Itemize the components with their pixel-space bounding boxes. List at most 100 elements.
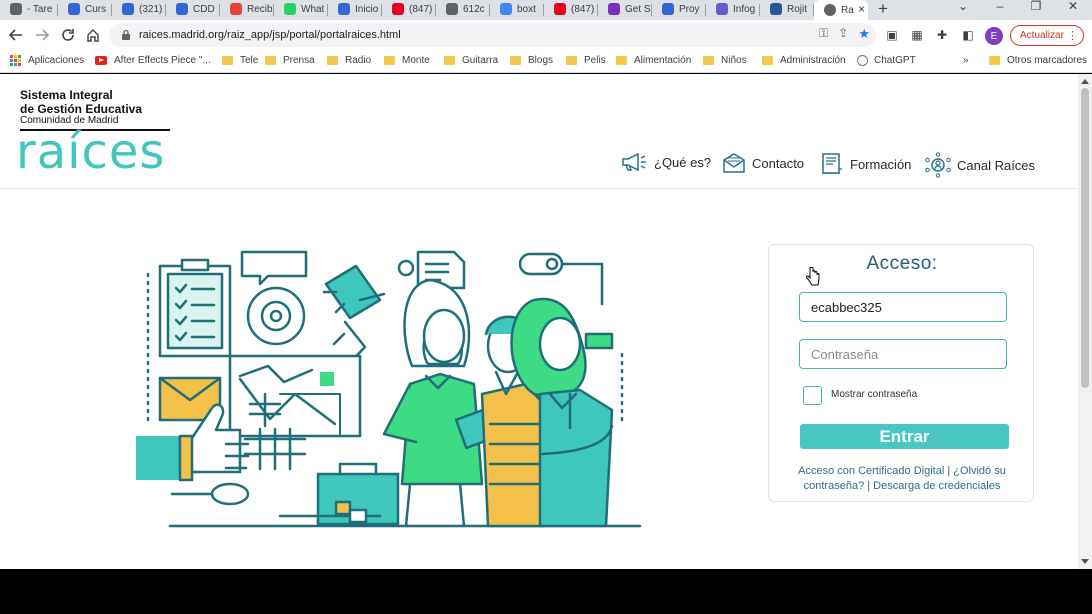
browser-tab[interactable]: What — [274, 0, 328, 18]
browser-tab[interactable]: boxt — [490, 0, 544, 18]
restore-icon[interactable]: ❐ — [1021, 0, 1051, 16]
close-tab-icon[interactable]: × — [858, 2, 865, 16]
browser-tab[interactable]: - Tare — [0, 0, 58, 18]
window-close-icon[interactable]: ✕ — [1058, 0, 1088, 16]
nav-contacto[interactable]: Contacto — [722, 152, 804, 174]
folder-icon — [703, 56, 714, 65]
page-scrollbar[interactable] — [1078, 74, 1092, 569]
download-credentials-link[interactable]: Descarga de credenciales — [873, 480, 1000, 492]
address-bar[interactable]: raices.madrid.org/raiz_app/jsp/portal/po… — [109, 23, 876, 47]
tab-search-icon[interactable]: ⌄ — [948, 0, 978, 16]
link-separator: | — [947, 465, 951, 477]
browser-tab[interactable]: CDD — [166, 0, 220, 18]
bookmark-item[interactable]: Aplicaciones — [10, 55, 84, 66]
browser-tab[interactable]: Infog — [706, 0, 760, 18]
scroll-down-icon[interactable] — [1081, 559, 1089, 564]
bookmark-item[interactable]: Guitarra — [444, 55, 498, 66]
apps-icon — [10, 55, 21, 66]
folder-icon — [566, 56, 577, 65]
bookmark-item[interactable]: Tele — [222, 55, 258, 66]
nav-formacion[interactable]: Formación — [820, 152, 911, 176]
bookmark-label: Aplicaciones — [28, 55, 85, 66]
extension-grid-icon[interactable]: ▦ — [907, 25, 927, 45]
favicon-icon — [68, 3, 80, 15]
bookmark-item[interactable]: ChatGPT — [857, 55, 916, 66]
bookmark-item[interactable]: Niños — [703, 55, 747, 66]
browser-tab[interactable]: 612c — [436, 0, 490, 18]
menu-icon[interactable]: ⋮ — [1067, 29, 1078, 42]
tab-active[interactable]: Ra × — [814, 0, 868, 20]
browser-tab[interactable]: (321) — [112, 0, 166, 18]
favicon-icon — [662, 3, 674, 15]
extension-icon-1[interactable]: ▣ — [882, 25, 902, 45]
profile-avatar[interactable]: E — [985, 27, 1003, 45]
nav-canal-raices[interactable]: Canal Raíces — [925, 152, 1035, 178]
web-page: Sistema Integral de Gestión Educativa Co… — [0, 74, 1078, 569]
browser-tab[interactable]: Get S — [598, 0, 652, 18]
bookmark-item[interactable]: Blogs — [510, 55, 553, 66]
youtube-icon — [95, 56, 107, 65]
favicon-icon — [338, 3, 350, 15]
browser-tab[interactable]: (847) — [544, 0, 598, 18]
favicon-icon — [176, 3, 188, 15]
folder-icon — [762, 56, 773, 65]
back-button[interactable] — [3, 22, 29, 48]
browser-tab[interactable]: (847) — [382, 0, 436, 18]
bookmark-item[interactable]: Administración — [762, 55, 846, 66]
chatgpt-icon — [857, 55, 868, 66]
update-button[interactable]: Actualizar ⋮ — [1010, 25, 1084, 46]
show-password-checkbox[interactable] — [803, 386, 822, 405]
nav-que-es[interactable]: ¿Qué es? — [621, 152, 711, 172]
arrow-left-icon — [9, 29, 22, 41]
scroll-thumb[interactable] — [1081, 88, 1089, 388]
browser-tab[interactable]: Inicio — [328, 0, 382, 18]
favicon-icon — [10, 3, 22, 15]
nav-que-es-label: ¿Qué es? — [654, 154, 712, 170]
bookmark-item[interactable]: Monte — [384, 55, 430, 66]
key-icon[interactable]: ⚿ — [819, 26, 828, 42]
browser-tab[interactable]: Recib — [220, 0, 274, 18]
new-tab-button[interactable]: + — [868, 0, 898, 20]
folder-icon — [222, 56, 233, 65]
other-bookmarks-label: Otros marcadores — [1007, 55, 1088, 66]
login-button[interactable]: Entrar — [800, 424, 1009, 449]
side-panel-icon[interactable]: ◧ — [958, 25, 978, 45]
tab-label: Inicio — [355, 3, 379, 15]
reload-button[interactable] — [55, 22, 81, 48]
home-button[interactable] — [80, 22, 106, 48]
bookmark-item[interactable]: After Effects Piece "... — [95, 55, 211, 66]
favicon-icon — [500, 3, 512, 15]
bookmark-item[interactable]: Radio — [327, 55, 371, 66]
bookmark-label: After Effects Piece "... — [114, 55, 211, 66]
folder-icon — [265, 56, 276, 65]
arrow-right-icon — [36, 29, 49, 41]
password-field[interactable]: Contraseña — [799, 339, 1007, 369]
favicon-icon — [230, 3, 242, 15]
favicon-icon — [284, 3, 296, 15]
scroll-up-icon[interactable] — [1081, 79, 1089, 84]
star-icon[interactable]: ★ — [858, 26, 870, 42]
favicon-icon — [716, 3, 728, 15]
tab-label: 612c — [463, 3, 485, 15]
minimize-icon[interactable]: – — [985, 0, 1015, 16]
certificate-link[interactable]: Acceso con Certificado Digital — [798, 465, 944, 477]
tab-strip: - Tare Curs (321) CDD Recib What Inicio (847) 61… — [0, 0, 1092, 20]
omnibox-actions: ⚿ ⇪ ★ — [819, 26, 870, 42]
bookmark-item[interactable]: Prensa — [265, 55, 315, 66]
browser-tab[interactable]: Curs — [58, 0, 112, 18]
bookmarks-bar: Aplicaciones After Effects Piece "... Tele… — [0, 50, 1092, 73]
share-icon[interactable]: ⇪ — [838, 26, 848, 42]
browser-tab[interactable]: Rojit — [760, 0, 814, 18]
browser-tab[interactable]: Proy — [652, 0, 706, 18]
bookmark-item[interactable]: Alimentación — [616, 55, 691, 66]
bookmark-item[interactable]: Pelis — [566, 55, 606, 66]
forward-button[interactable] — [29, 22, 55, 48]
puzzle-icon[interactable]: ✚ — [932, 25, 952, 45]
more-bookmarks-button[interactable]: » — [963, 55, 969, 66]
megaphone-icon — [622, 152, 646, 172]
tab-list: - Tare Curs (321) CDD Recib What Inicio (847) 61… — [0, 0, 814, 18]
username-field[interactable]: ecabbec325 — [799, 292, 1007, 322]
other-bookmarks-folder[interactable]: Otros marcadores — [989, 55, 1087, 66]
raices-logo[interactable]: raíces — [16, 126, 165, 178]
header-divider — [0, 188, 1078, 189]
